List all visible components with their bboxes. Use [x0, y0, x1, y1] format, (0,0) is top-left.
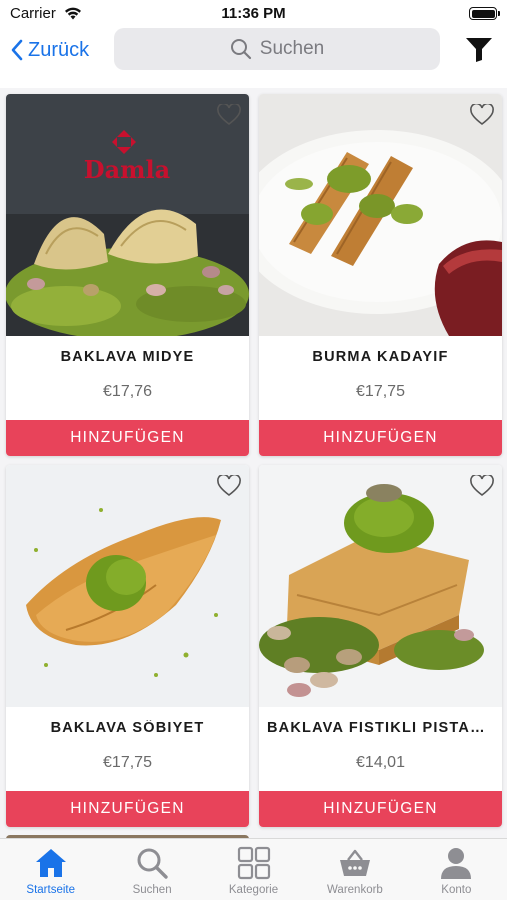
- filter-icon[interactable]: [465, 37, 493, 63]
- baklava-sobiyet-photo: [6, 465, 249, 707]
- home-icon: [35, 849, 66, 877]
- navigation-bar: Zurück Suchen: [0, 28, 507, 80]
- tab-suchen[interactable]: Suchen: [101, 839, 202, 900]
- brand-logo-text: Damla: [84, 155, 170, 184]
- tab-label: Konto: [441, 884, 472, 896]
- favorite-heart-icon[interactable]: [217, 475, 241, 497]
- product-card[interactable]: BURMA KADAYIF €17,75 HINZUFÜGEN: [259, 94, 502, 456]
- tab-startseite[interactable]: Startseite: [0, 839, 101, 900]
- battery-icon: [469, 7, 500, 20]
- product-card[interactable]: Damla BAKLAVA MIDYE €17,76 HINZUFÜGEN: [6, 94, 249, 456]
- baklava-midye-photo: Damla: [6, 94, 249, 336]
- product-price: €17,75: [103, 754, 152, 771]
- burma-kadayif-photo: [259, 94, 502, 336]
- product-price: €17,76: [103, 383, 152, 400]
- favorite-heart-icon[interactable]: [470, 475, 494, 497]
- product-card[interactable]: BAKLAVA FISTIKLI PISTAZIE €14,01 HINZUFÜ…: [259, 465, 502, 827]
- product-grid: Damla BAKLAVA MIDYE €17,76 HINZUFÜGEN BU…: [0, 88, 507, 838]
- tab-label: Suchen: [132, 884, 172, 896]
- add-to-cart-button[interactable]: HINZUFÜGEN: [259, 420, 502, 456]
- tab-label: Startseite: [26, 884, 75, 896]
- product-name: BAKLAVA SÖBIYET: [50, 720, 205, 736]
- person-icon: [441, 848, 472, 879]
- product-image[interactable]: [259, 465, 502, 707]
- product-image[interactable]: Damla: [6, 94, 249, 336]
- search-icon: [137, 848, 168, 879]
- battery-level: [471, 9, 495, 18]
- tab-kategorie[interactable]: Kategorie: [203, 839, 304, 900]
- chevron-left-icon: [11, 39, 23, 61]
- app-screen: Carrier 11:36 PM Zurück Suchen Damla BAK…: [0, 0, 507, 900]
- product-price: €17,75: [356, 383, 405, 400]
- search-icon: [230, 39, 251, 60]
- product-price: €14,01: [356, 754, 405, 771]
- product-card[interactable]: BAKLAVA SÖBIYET €17,75 HINZUFÜGEN: [6, 465, 249, 827]
- product-image[interactable]: [6, 465, 249, 707]
- tab-konto[interactable]: Konto: [406, 839, 507, 900]
- tab-label: Kategorie: [228, 884, 279, 896]
- baklava-fistikli-photo: [259, 465, 502, 707]
- search-input[interactable]: Suchen: [114, 28, 440, 70]
- grid-icon: [237, 846, 270, 880]
- add-to-cart-button[interactable]: HINZUFÜGEN: [6, 420, 249, 456]
- basket-icon: [339, 849, 370, 876]
- search-placeholder: Suchen: [259, 38, 325, 59]
- product-image[interactable]: [259, 94, 502, 336]
- product-name: BAKLAVA FISTIKLI PISTAZIE: [267, 720, 494, 736]
- back-label: Zurück: [28, 38, 90, 61]
- product-name: BURMA KADAYIF: [312, 349, 449, 365]
- back-button[interactable]: Zurück: [10, 35, 89, 65]
- add-to-cart-button[interactable]: HINZUFÜGEN: [259, 791, 502, 827]
- tab-bar: Startseite Suchen Kategorie Warenkorb Ko…: [0, 838, 507, 900]
- status-bar: Carrier 11:36 PM: [0, 0, 507, 28]
- product-name: BAKLAVA MIDYE: [60, 349, 195, 365]
- tab-label: Warenkorb: [327, 884, 383, 896]
- favorite-heart-icon[interactable]: [470, 104, 494, 126]
- favorite-heart-icon[interactable]: [217, 104, 241, 126]
- tab-warenkorb[interactable]: Warenkorb: [304, 839, 405, 900]
- status-time: 11:36 PM: [221, 5, 286, 22]
- add-to-cart-button[interactable]: HINZUFÜGEN: [6, 791, 249, 827]
